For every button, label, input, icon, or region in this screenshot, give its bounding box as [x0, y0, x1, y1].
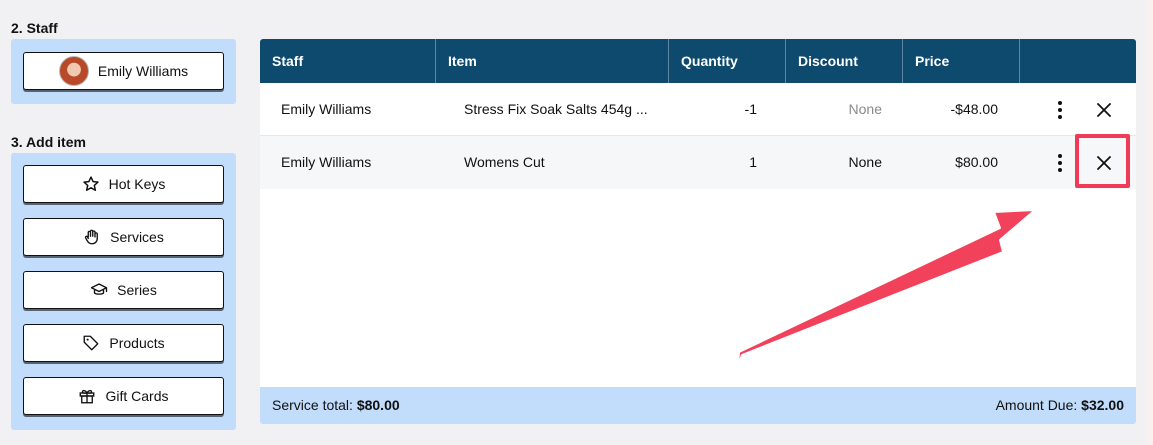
totals-bar: Service total: $80.00 Amount Due: $32.00 — [260, 387, 1136, 424]
staff-section-title: 2. Staff — [11, 20, 58, 36]
remove-item-icon[interactable] — [1089, 83, 1119, 136]
row-item: Womens Cut — [464, 154, 545, 170]
star-icon — [82, 175, 100, 193]
window-edge — [1145, 0, 1153, 445]
more-options-icon[interactable] — [1045, 83, 1075, 136]
row-price: -$48.00 — [950, 101, 998, 117]
services-button[interactable]: Services — [23, 218, 224, 256]
avatar — [58, 56, 89, 86]
table-row: Emily Williams Stress Fix Soak Salts 454… — [260, 83, 1136, 136]
column-header-item: Item — [436, 39, 669, 83]
remove-item-icon[interactable] — [1089, 136, 1119, 189]
row-quantity: 1 — [749, 154, 757, 170]
services-label: Services — [110, 229, 164, 245]
amount-due: Amount Due: $32.00 — [996, 387, 1124, 424]
column-header-discount: Discount — [786, 39, 903, 83]
series-button[interactable]: Series — [23, 271, 224, 309]
hot-keys-button[interactable]: Hot Keys — [23, 165, 224, 203]
row-discount: None — [848, 101, 882, 117]
amount-due-label: Amount Due: — [995, 397, 1078, 413]
row-discount: None — [848, 154, 882, 170]
service-total: Service total: $80.00 — [272, 387, 400, 424]
column-header-actions — [1020, 39, 1136, 83]
column-header-price: Price — [903, 39, 1020, 83]
column-header-staff: Staff — [260, 39, 436, 83]
row-staff: Emily Williams — [281, 154, 372, 170]
row-quantity: -1 — [744, 101, 757, 117]
hot-keys-label: Hot Keys — [108, 176, 166, 192]
gift-cards-label: Gift Cards — [105, 388, 169, 404]
row-staff: Emily Williams — [281, 101, 372, 117]
series-label: Series — [117, 282, 157, 298]
service-total-value: $80.00 — [356, 397, 400, 413]
staff-select-button[interactable]: Emily Williams — [23, 52, 224, 90]
table-row: Emily Williams Womens Cut 1 None $80.00 — [260, 136, 1136, 189]
amount-due-value: $32.00 — [1081, 397, 1124, 413]
table-header: Staff Item Quantity Discount Price — [260, 39, 1136, 83]
service-total-label: Service total: — [272, 397, 353, 413]
row-price: $80.00 — [955, 154, 998, 170]
gift-cards-button[interactable]: Gift Cards — [23, 377, 224, 415]
staff-button-label: Emily Williams — [97, 63, 189, 79]
tag-icon — [82, 334, 100, 352]
column-header-quantity: Quantity — [669, 39, 786, 83]
staff-panel: Emily Williams — [11, 39, 236, 104]
products-label: Products — [109, 335, 165, 351]
add-item-section-title: 3. Add item — [11, 134, 86, 150]
more-options-icon[interactable] — [1045, 136, 1075, 189]
hand-icon — [83, 228, 101, 246]
row-item: Stress Fix Soak Salts 454g ... — [464, 101, 648, 117]
graduation-cap-icon — [90, 281, 108, 299]
add-item-panel: Hot Keys Services Series Products Gift C… — [11, 153, 236, 430]
cart-table: Staff Item Quantity Discount Price Emily… — [260, 39, 1136, 424]
gift-icon — [78, 387, 96, 405]
products-button[interactable]: Products — [23, 324, 224, 362]
